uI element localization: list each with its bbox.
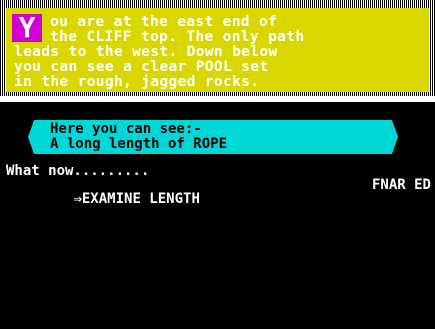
command-input[interactable]: EXAMINE LENGTH [82,191,200,207]
description-line: ou are at the east end of [50,13,278,30]
location-description-panel: Y ou are at the east end of the CLIFF to… [6,8,429,92]
description-line: leads to the west. Down below [14,43,278,60]
game-screen: Here you can see:- A long length of ROPE… [0,102,435,329]
description-line: you can see a clear POOL set [14,58,269,75]
prompt-arrow-icon: ⇒ [73,191,82,207]
command-line[interactable]: ⇒EXAMINE LENGTH FNAR ED [6,177,431,206]
command-area: What now......... ⇒EXAMINE LENGTH FNAR E… [6,163,431,206]
description-line: in the rough, jagged rocks. [14,73,260,90]
description-line: the CLIFF top. The only path [50,28,305,45]
response-text: FNAR ED [371,177,431,193]
prompt-question: What now......... [6,163,150,179]
object-item: A long length of ROPE [50,136,228,152]
visible-objects-panel: Here you can see:- A long length of ROPE [28,120,398,154]
dropcap-letter: Y [12,14,42,42]
objects-heading: Here you can see:- [50,121,202,137]
